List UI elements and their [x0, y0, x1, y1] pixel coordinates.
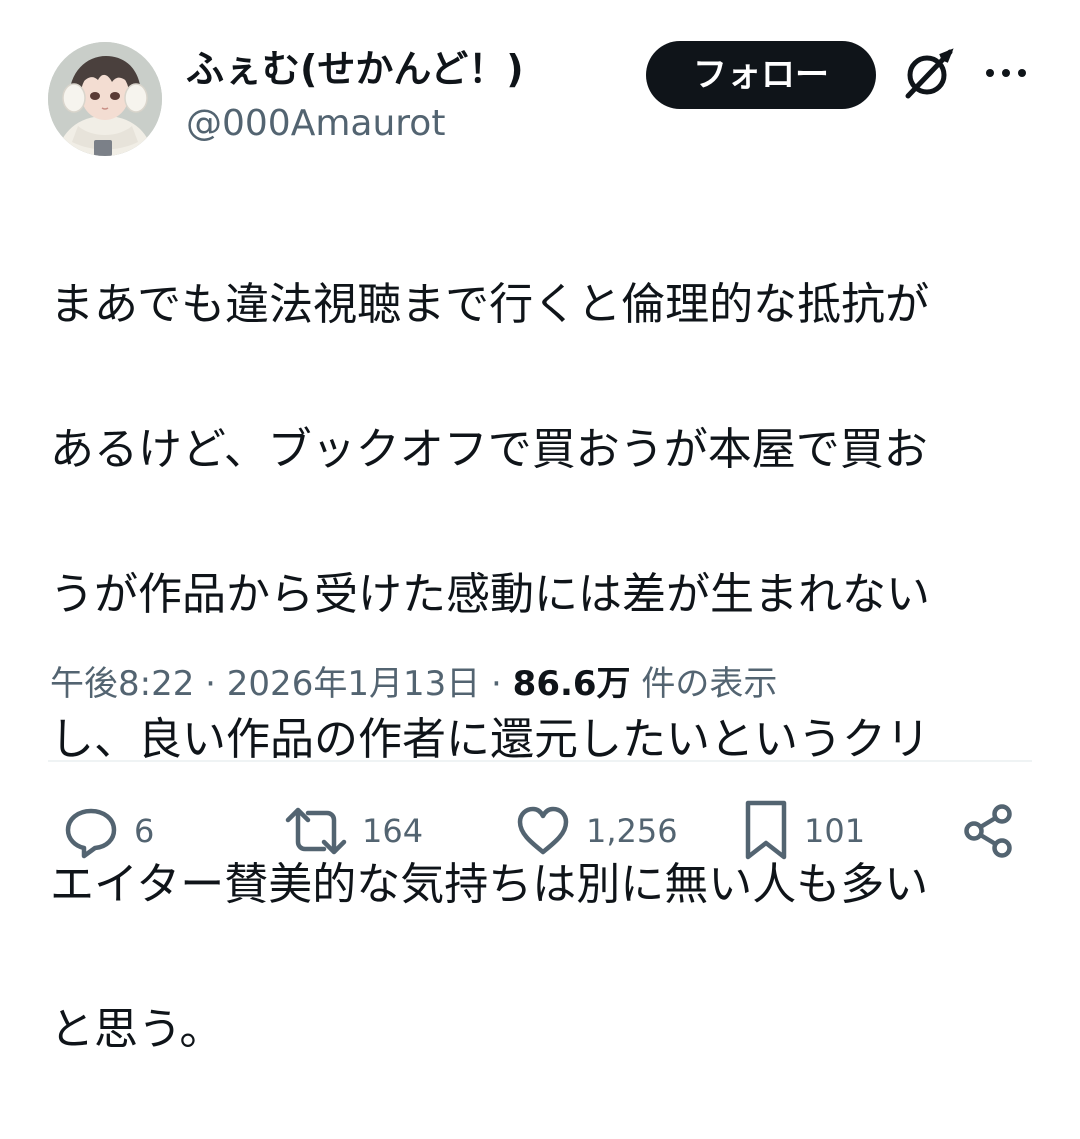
more-icon[interactable] [984, 58, 1028, 88]
tweet-text-line: あるけど、ブックオフで買おうが本屋で買お [50, 423, 928, 475]
bookmark-button[interactable]: 101 [742, 796, 865, 866]
tweet-text-line: まあでも違法視聴まで行くと倫理的な抵抗が [50, 278, 930, 330]
handle[interactable]: @000Amaurot [186, 102, 445, 146]
like-button[interactable]: 1,256 [514, 796, 678, 866]
divider [48, 760, 1032, 762]
avatar[interactable] [48, 42, 162, 156]
meta-separator: · [480, 664, 513, 704]
display-name[interactable]: ふぇむ(せかんど！) [186, 46, 524, 92]
views-label: 件の表示 [630, 664, 778, 704]
tweet-header: ふぇむ(せかんど！) @000Amaurot フォロー [48, 38, 1038, 158]
repost-count: 164 [362, 812, 424, 850]
like-count: 1,256 [586, 812, 678, 850]
heart-icon [517, 806, 569, 855]
repost-button[interactable]: 164 [284, 796, 423, 866]
reply-count: 6 [134, 812, 155, 850]
tweet-meta: 午後8:22 · 2026年1月13日 · 86.6万 件の表示 [50, 662, 777, 706]
action-bar: 6 164 1,256 101 [0, 796, 1080, 866]
share-icon [964, 804, 1012, 858]
post-date[interactable]: 2026年1月13日 [227, 664, 480, 704]
post-time[interactable]: 午後8:22 [50, 664, 194, 704]
views-count: 86.6万 [512, 664, 631, 704]
avatar-image [48, 42, 162, 156]
bookmark-count: 101 [804, 812, 866, 850]
repost-icon [285, 807, 347, 855]
bookmark-icon [745, 800, 787, 860]
meta-separator: · [194, 664, 227, 704]
tweet-text-line: し、良い作品の作者に還元したいというクリ [50, 713, 930, 765]
tweet-text-line: と思う。 [50, 1003, 224, 1055]
share-button[interactable] [960, 796, 1018, 866]
reply-button[interactable]: 6 [62, 796, 154, 866]
grok-icon[interactable] [900, 46, 956, 102]
follow-button[interactable]: フォロー [646, 41, 876, 109]
tweet-text-line: うが作品から受けた感動には差が生まれない [50, 568, 930, 620]
reply-icon [65, 808, 117, 859]
